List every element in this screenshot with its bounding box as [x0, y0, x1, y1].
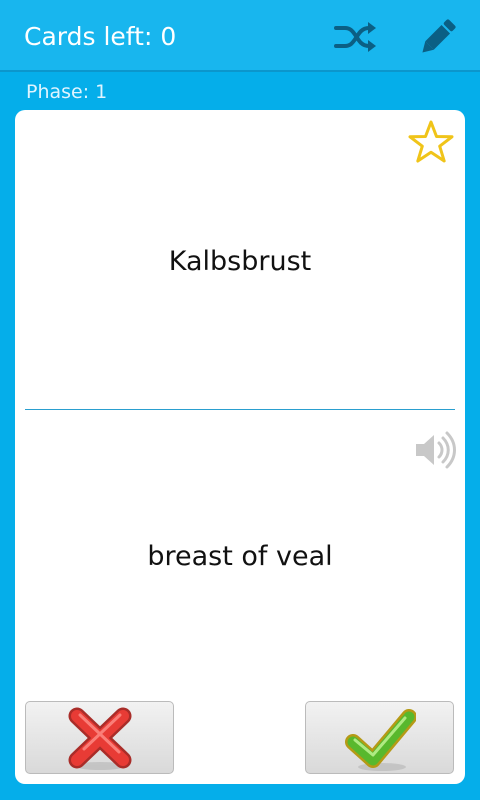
green-check-icon: [344, 708, 416, 771]
wrong-answer-button[interactable]: [25, 701, 174, 774]
shuffle-button[interactable]: [326, 10, 382, 64]
red-x-icon: [68, 707, 131, 770]
correct-answer-button[interactable]: [305, 701, 454, 774]
flashcard: Kalbsbrust breast of veal: [15, 110, 465, 784]
favorite-button[interactable]: [407, 119, 455, 167]
play-audio-button[interactable]: [413, 430, 457, 470]
edit-button[interactable]: [410, 10, 466, 64]
top-bar: Cards left: 0: [0, 0, 480, 72]
cards-left-title: Cards left: 0: [24, 22, 177, 51]
back-word: breast of veal: [147, 541, 333, 572]
pencil-icon: [422, 19, 456, 53]
front-word: Kalbsbrust: [168, 246, 312, 277]
shuffle-icon: [334, 22, 376, 52]
star-outline-icon: [408, 120, 454, 163]
speaker-icon: [416, 431, 456, 469]
card-divider: [25, 409, 455, 410]
phase-label: Phase: 1: [26, 81, 108, 103]
